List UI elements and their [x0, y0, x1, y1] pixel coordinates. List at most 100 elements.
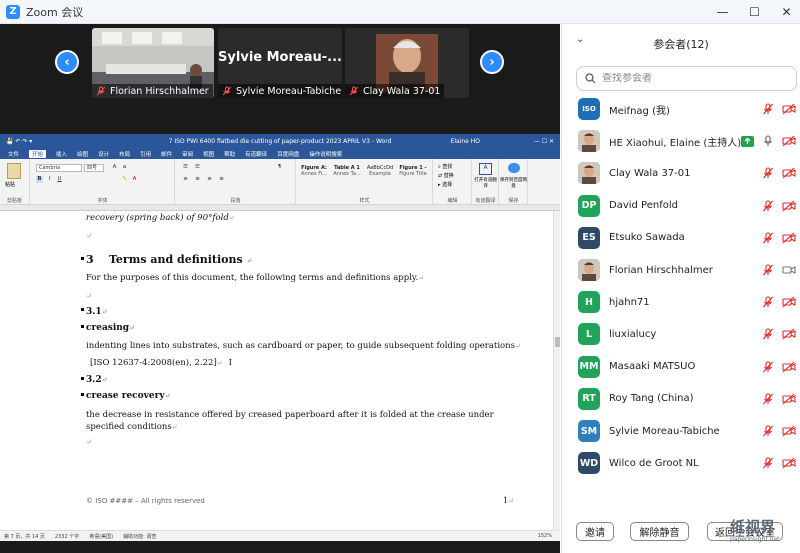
shrink-font-icon[interactable]: a [121, 164, 128, 171]
grow-font-icon[interactable]: A [111, 164, 118, 171]
status-zoom[interactable]: 152% [538, 533, 552, 539]
participant-row[interactable]: ES Etsuko Sawada [578, 225, 798, 251]
bullets-icon[interactable]: ☰ [182, 164, 189, 171]
ribbon-group-styles: Figure A: Annex Fi... Table A 1 Annex Ta..… [297, 159, 433, 205]
video-off-icon[interactable] [782, 328, 796, 340]
style-preview[interactable]: Figure 1 - Figure Title [396, 165, 430, 177]
mic-muted-icon[interactable] [762, 232, 774, 244]
doc-text: crease recovery [86, 391, 165, 401]
mic-muted-icon[interactable] [762, 457, 774, 469]
word-tab[interactable]: 帮助 [224, 150, 235, 158]
word-tab[interactable]: 引用 [140, 150, 151, 158]
mic-muted-icon[interactable] [762, 328, 774, 340]
mic-muted-icon[interactable] [762, 103, 774, 115]
word-tab[interactable]: 有道翻译 [245, 150, 267, 158]
document-page[interactable]: recovery (spring back) of 90°fold↵ ↵ 3 T… [0, 211, 553, 530]
word-tab-search[interactable]: 操作说明搜索 [309, 150, 342, 158]
video-off-icon[interactable] [782, 232, 796, 244]
word-tab[interactable]: 视图 [203, 150, 214, 158]
participant-row[interactable]: Clay Wala 37-01 [578, 160, 798, 186]
shared-screen-word[interactable]: 💾 ↶ ↷ ▾ 7 ISO PWI 6400 flatbed die cutti… [0, 134, 560, 541]
mic-muted-icon[interactable] [762, 393, 774, 405]
mic-muted-icon[interactable] [762, 167, 774, 179]
word-vertical-scrollbar[interactable] [553, 211, 560, 530]
video-thumb-florian[interactable]: Florian Hirschhalmer [92, 28, 214, 98]
mic-muted-icon[interactable] [762, 296, 774, 308]
mic-icon[interactable] [762, 135, 774, 147]
participant-row[interactable]: HE Xiaohui, Elaine (主持人) [578, 128, 798, 154]
mic-muted-icon[interactable] [762, 425, 774, 437]
mic-muted-icon[interactable] [762, 264, 774, 276]
paste-label[interactable]: 粘贴 [5, 181, 15, 188]
align-center-icon[interactable]: ≡ [194, 176, 201, 183]
word-window-controls[interactable]: — ☐ ✕ [534, 138, 554, 145]
participant-row[interactable]: WD Wilco de Groot NL [578, 450, 798, 476]
paste-icon[interactable] [7, 163, 21, 179]
bold-button[interactable]: B [36, 176, 43, 183]
video-thumb-clay[interactable]: Clay Wala 37-01 [345, 28, 469, 98]
mic-muted-icon[interactable] [762, 361, 774, 373]
word-tab[interactable]: 开始 [29, 149, 47, 158]
ribbon-group-label: 段落 [230, 198, 241, 204]
align-left-icon[interactable]: ≡ [182, 176, 189, 183]
participant-row[interactable]: DP David Penfold [578, 193, 798, 219]
word-tab[interactable]: 审阅 [182, 150, 193, 158]
video-off-icon[interactable] [782, 103, 796, 115]
video-thumb-sylvie[interactable]: Sylvie Moreau-... Sylvie Moreau-Tabiche [218, 28, 342, 98]
font-name-select[interactable]: Cambria [36, 164, 82, 172]
mic-muted-icon[interactable] [762, 200, 774, 212]
video-off-icon[interactable] [782, 425, 796, 437]
translate-label[interactable]: 打开有道翻译 [473, 177, 498, 189]
word-tab[interactable]: 文件 [8, 150, 19, 158]
participant-row[interactable]: SM Sylvie Moreau-Tabiche [578, 418, 798, 444]
participant-row[interactable]: ISO Meifnag (我) [578, 96, 798, 122]
replace-button[interactable]: ⇄ 替换 [438, 172, 454, 179]
participant-row[interactable]: Lliuxialucy [578, 321, 798, 347]
invite-button[interactable]: 邀请 [576, 522, 614, 541]
video-off-icon[interactable] [782, 135, 796, 147]
word-tab[interactable]: 布局 [119, 150, 130, 158]
save-cloud-label[interactable]: 保存到百度网盘 [500, 177, 527, 189]
video-off-icon[interactable] [782, 361, 796, 373]
participant-search[interactable] [576, 66, 797, 91]
translate-icon[interactable]: A [479, 163, 492, 175]
select-button[interactable]: ▸ 选择 [438, 181, 452, 188]
justify-icon[interactable]: ≡ [218, 176, 225, 183]
word-tab[interactable]: 邮件 [161, 150, 172, 158]
show-marks-icon[interactable]: ¶ [276, 164, 283, 171]
gallery-prev-button[interactable]: ‹ [55, 50, 79, 74]
close-button[interactable]: ✕ [764, 0, 800, 24]
italic-button[interactable]: I [46, 176, 53, 183]
avatar: SM [578, 420, 600, 442]
font-color-icon[interactable]: A [131, 176, 138, 183]
word-tab[interactable]: 百度网盘 [277, 150, 299, 158]
underline-button[interactable]: U [56, 176, 63, 183]
participant-row[interactable]: Hhjahn71 [578, 289, 798, 315]
search-input[interactable] [602, 73, 782, 84]
numbering-icon[interactable]: ☰ [194, 164, 201, 171]
video-off-icon[interactable] [782, 167, 796, 179]
participant-row[interactable]: RT Roy Tang (China) [578, 386, 798, 412]
cloud-icon[interactable] [508, 163, 520, 173]
video-on-icon[interactable] [782, 264, 796, 276]
align-right-icon[interactable]: ≡ [206, 176, 213, 183]
word-tab[interactable]: 绘图 [77, 150, 88, 158]
highlight-icon[interactable]: ✎ [121, 176, 128, 183]
find-button[interactable]: ⌕ 查找 [438, 163, 452, 170]
word-tab[interactable]: 插入 [56, 150, 67, 158]
video-off-icon[interactable] [782, 296, 796, 308]
participant-row[interactable]: MM Masaaki MATSUO [578, 354, 798, 380]
word-tab[interactable]: 设计 [98, 150, 109, 158]
gallery-next-button[interactable]: › [480, 50, 504, 74]
style-preview[interactable]: Figure A: Annex Fi... [297, 165, 331, 177]
page-footer-number: 1↵ [503, 496, 514, 505]
scroll-thumb[interactable] [555, 337, 560, 347]
style-preview[interactable]: Table A 1 Annex Ta... [330, 165, 364, 177]
participant-row[interactable]: Florian Hirschhalmer [578, 257, 798, 283]
video-off-icon[interactable] [782, 457, 796, 469]
font-size-select[interactable]: 四号 [84, 164, 104, 172]
video-off-icon[interactable] [782, 393, 796, 405]
style-preview[interactable]: AaBbCcDd Example [363, 165, 397, 177]
unmute-button[interactable]: 解除静音 [630, 522, 689, 541]
video-off-icon[interactable] [782, 200, 796, 212]
